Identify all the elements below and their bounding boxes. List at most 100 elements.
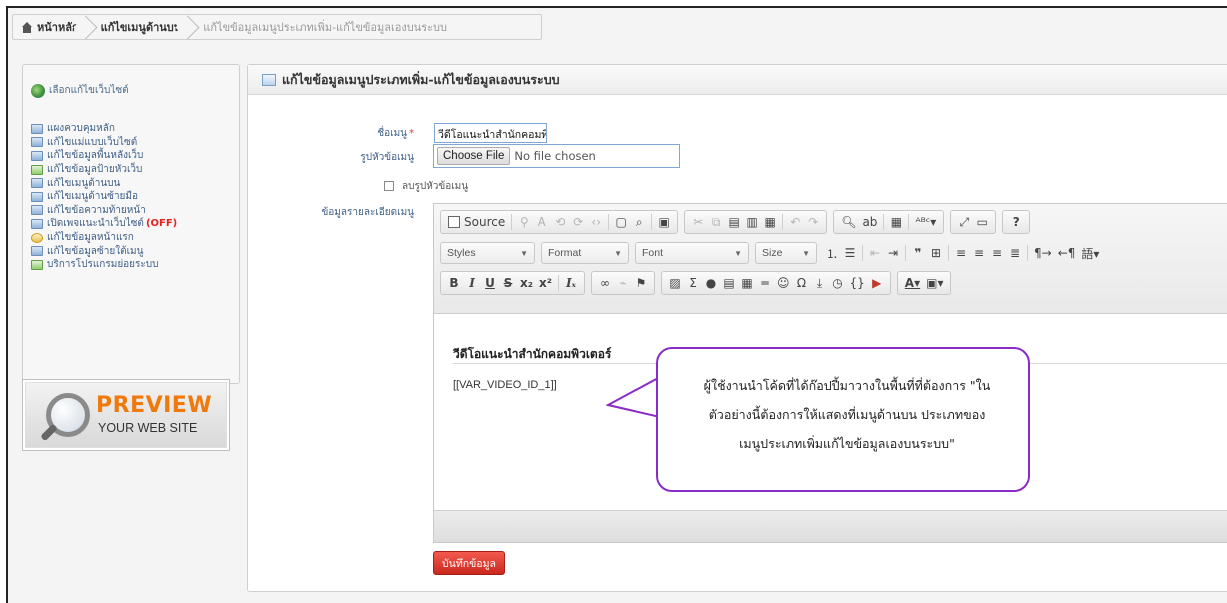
align-right-icon[interactable]: ≡	[988, 243, 1006, 263]
ltr-icon[interactable]: ¶→	[1031, 243, 1055, 263]
find-group: 🔍︎ ab ▦ ᴬᴮᶜ▾	[833, 210, 945, 234]
copy-icon[interactable]: ⧉	[707, 212, 725, 232]
blockquote-icon[interactable]: ❞	[909, 243, 927, 263]
code-icon[interactable]: ‹›	[587, 212, 605, 232]
sidebar-item-header-banner[interactable]: แก้ไขข้อมูลป้ายหัวเว็บ	[31, 163, 177, 177]
callout-line-1: ผู้ใช้งานนำโค้ดที่ได้ก๊อปปี้มาวางในพื้นท…	[703, 378, 991, 393]
help-icon[interactable]: ?	[1007, 212, 1025, 232]
sidebar-item-left-menu[interactable]: แก้ไขเมนูด้านซ้ายมือ	[31, 190, 177, 204]
table-icon[interactable]: ▦	[738, 273, 756, 293]
find-icon[interactable]: ⚲	[515, 212, 533, 232]
maximize-icon[interactable]: ⤢	[955, 212, 973, 232]
link-icon[interactable]: ∞	[596, 273, 614, 293]
code-snippet-icon[interactable]: {}	[847, 273, 868, 293]
save-button[interactable]: บันทึกข้อมูล	[433, 551, 505, 575]
indent-icon[interactable]: ⇥	[884, 243, 902, 263]
sidebar-item-footer[interactable]: แก้ไขข้อความท้ายหน้า	[31, 204, 177, 218]
formula-icon[interactable]: Σ	[684, 273, 702, 293]
superscript-icon[interactable]: x²	[536, 273, 555, 293]
page-break-icon[interactable]: ⤓	[811, 273, 829, 293]
sidebar-item-sub-programs[interactable]: บริการโปรแกรมย่อยระบบ	[31, 258, 177, 272]
templates-icon[interactable]: ▣	[655, 212, 673, 232]
size-dropdown[interactable]: Size ▼	[755, 242, 817, 264]
delete-image-checkbox[interactable]	[384, 181, 394, 191]
preview-icon[interactable]: ⌕	[630, 212, 648, 232]
header-image-file-input[interactable]: Choose File No file chosen	[433, 144, 680, 168]
sub-programs-icon	[31, 259, 43, 270]
sidebar-item-intro-page[interactable]: เปิดเพจแนะนำเว็บไซต์ (OFF)	[31, 217, 177, 231]
youtube-icon[interactable]: ▶	[868, 273, 886, 293]
align-left-icon[interactable]: ≡	[952, 243, 970, 263]
breadcrumb-top-menu-label: แก้ไขเมนูด้านบน	[100, 21, 182, 34]
select-site-link[interactable]: เลือกแก้ไขเว็บไซต์	[31, 83, 129, 98]
anchor-icon[interactable]: ⟳	[569, 212, 587, 232]
sidebar-item-under-menu[interactable]: แก้ไขข้อมูลซ้ายใต้เมนู	[31, 244, 177, 258]
image-icon[interactable]: ▨	[666, 273, 684, 293]
menu-detail-label: ข้อมูลรายละเอียดเมนู	[321, 207, 414, 218]
paste-word-icon[interactable]: ▦	[761, 212, 779, 232]
globe-icon	[31, 83, 45, 98]
iframe-icon[interactable]: ▤	[720, 273, 738, 293]
new-page-icon[interactable]: ▢	[612, 212, 630, 232]
breadcrumb-top-menu[interactable]: แก้ไขเมนูด้านบน	[93, 15, 196, 39]
cut-icon[interactable]: ✂	[689, 212, 707, 232]
strikethrough-icon[interactable]: S	[499, 273, 517, 293]
sidebar-item-home-page[interactable]: แก้ไขข้อมูลหน้าแรก	[31, 231, 177, 245]
clock-icon[interactable]: ◷	[829, 273, 847, 293]
numbered-list-icon[interactable]: ⒈	[823, 243, 841, 263]
show-blocks-icon[interactable]: ▭	[973, 212, 991, 232]
anchor-flag-icon[interactable]: ⚑	[632, 273, 650, 293]
font-dropdown[interactable]: Font ▼	[635, 242, 749, 264]
paste-icon[interactable]: ▤	[725, 212, 743, 232]
remove-format-icon[interactable]: Iₓ	[562, 273, 580, 293]
spellcheck-icon[interactable]: ᴬᴮᶜ▾	[912, 212, 939, 232]
background-color-icon[interactable]: ▣▾	[923, 273, 946, 293]
paste-text-icon[interactable]: ▥	[743, 212, 761, 232]
sidebar-item-control-panel[interactable]: แผงควบคุมหลัก	[31, 122, 177, 136]
breadcrumb-current-label: แก้ไขข้อมูลเมนูประเภทเพิ่ม-แก้ไขข้อมูลเอ…	[203, 21, 447, 34]
link-icon[interactable]: ⟲	[551, 212, 569, 232]
callout-line-2: ตัวอย่างนี้ต้องการให้แสดงที่เมนูด้านบน ป…	[708, 407, 986, 422]
underline-icon[interactable]: U	[481, 273, 499, 293]
smiley-icon[interactable]: ☺	[774, 273, 793, 293]
horizontal-line-icon[interactable]: ═	[756, 273, 774, 293]
menu-name-input[interactable]: วีดีโอแนะนำสำนักคอมพิวเตอร์	[434, 123, 547, 143]
preview-title: PREVIEW	[96, 393, 213, 418]
unlink-icon[interactable]: ⌁	[614, 273, 632, 293]
sidebar-item-background[interactable]: แก้ไขข้อมูลพื้นหลังเว็บ	[31, 149, 177, 163]
align-justify-icon[interactable]: ≣	[1006, 243, 1024, 263]
preview-website-button[interactable]: PREVIEW YOUR WEB SITE	[22, 379, 230, 451]
breadcrumb-home[interactable]: หน้าหลัก	[13, 15, 93, 39]
subscript-icon[interactable]: x₂	[517, 273, 536, 293]
basic-style-group: B I U S x₂ x² Iₓ	[440, 271, 585, 295]
align-center-icon[interactable]: ≡	[970, 243, 988, 263]
sidebar-menu: แผงควบคุมหลัก แก้ไขแม่แบบเว็บไซต์ แก้ไขข…	[31, 122, 177, 272]
bold-icon[interactable]: B	[445, 273, 463, 293]
document-icon	[262, 73, 276, 86]
rtl-icon[interactable]: ←¶	[1055, 243, 1079, 263]
redo-icon[interactable]: ↷	[804, 212, 822, 232]
search-icon[interactable]: 🔍︎	[838, 212, 859, 232]
styles-dropdown[interactable]: Styles ▼	[440, 242, 535, 264]
flash-icon[interactable]: ●	[702, 273, 720, 293]
replace-text-icon[interactable]: ab	[859, 212, 880, 232]
replace-icon[interactable]: Ꭺ	[533, 212, 551, 232]
bulleted-list-icon[interactable]: ☰	[841, 243, 859, 263]
toolbar-separator	[908, 214, 910, 230]
language-icon[interactable]: 語▾	[1078, 243, 1102, 263]
format-dropdown[interactable]: Format ▼	[541, 242, 629, 264]
undo-icon[interactable]: ↶	[786, 212, 804, 232]
source-button[interactable]: Source	[445, 212, 508, 232]
special-char-icon[interactable]: Ω	[793, 273, 811, 293]
dashboard-icon	[31, 123, 43, 134]
sidebar-item-top-menu[interactable]: แก้ไขเมนูด้านบน	[31, 176, 177, 190]
div-container-icon[interactable]: ⊞	[927, 243, 945, 263]
text-color-icon[interactable]: A▾	[902, 273, 923, 293]
select-all-icon[interactable]: ▦	[887, 212, 905, 232]
toolbar-separator	[883, 214, 885, 230]
italic-icon[interactable]: I	[463, 273, 481, 293]
choose-file-button[interactable]: Choose File	[437, 147, 511, 165]
sidebar-item-template[interactable]: แก้ไขแม่แบบเว็บไซต์	[31, 136, 177, 150]
outdent-icon[interactable]: ⇤	[866, 243, 884, 263]
page-title: แก้ไขข้อมูลเมนูประเภทเพิ่ม-แก้ไขข้อมูลเอ…	[282, 71, 560, 87]
